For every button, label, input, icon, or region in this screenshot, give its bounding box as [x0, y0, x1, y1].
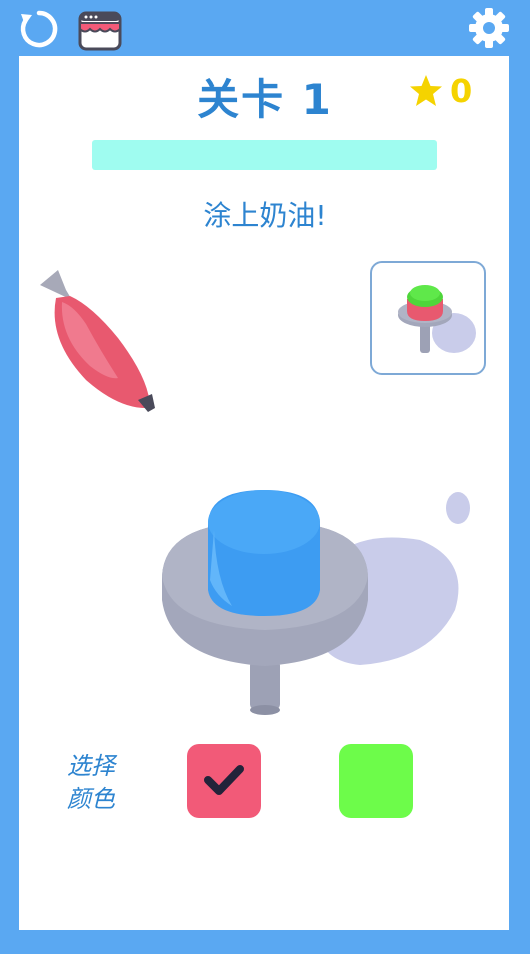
piping-bag[interactable]: [40, 270, 155, 412]
restart-button[interactable]: [16, 6, 62, 52]
stand-pole: [250, 660, 280, 710]
checkmark-icon: [204, 765, 244, 795]
cake[interactable]: [208, 490, 320, 616]
settings-button[interactable]: [466, 5, 512, 51]
target-cake-preview: [398, 285, 476, 353]
shop-button[interactable]: [74, 4, 126, 54]
color-swatch-pink[interactable]: [187, 744, 261, 818]
choose-color-label-line1: 选择: [67, 752, 115, 780]
instruction-text: 涂上奶油!: [203, 199, 327, 232]
progress-bar: [92, 140, 437, 170]
top-bar: [0, 0, 530, 56]
target-preview: [370, 261, 486, 375]
color-swatch-green[interactable]: [339, 744, 413, 818]
shop-icon: [78, 11, 122, 51]
choose-color-label-line2: 颜色: [67, 785, 115, 813]
star-counter: 0: [408, 72, 472, 110]
gear-icon: [469, 8, 509, 48]
cake-shadow-small: [446, 492, 470, 524]
choose-color-label: 选择 颜色: [56, 750, 126, 816]
restart-icon: [20, 10, 58, 48]
star-icon: [410, 75, 442, 106]
star-count: 0: [450, 72, 473, 110]
